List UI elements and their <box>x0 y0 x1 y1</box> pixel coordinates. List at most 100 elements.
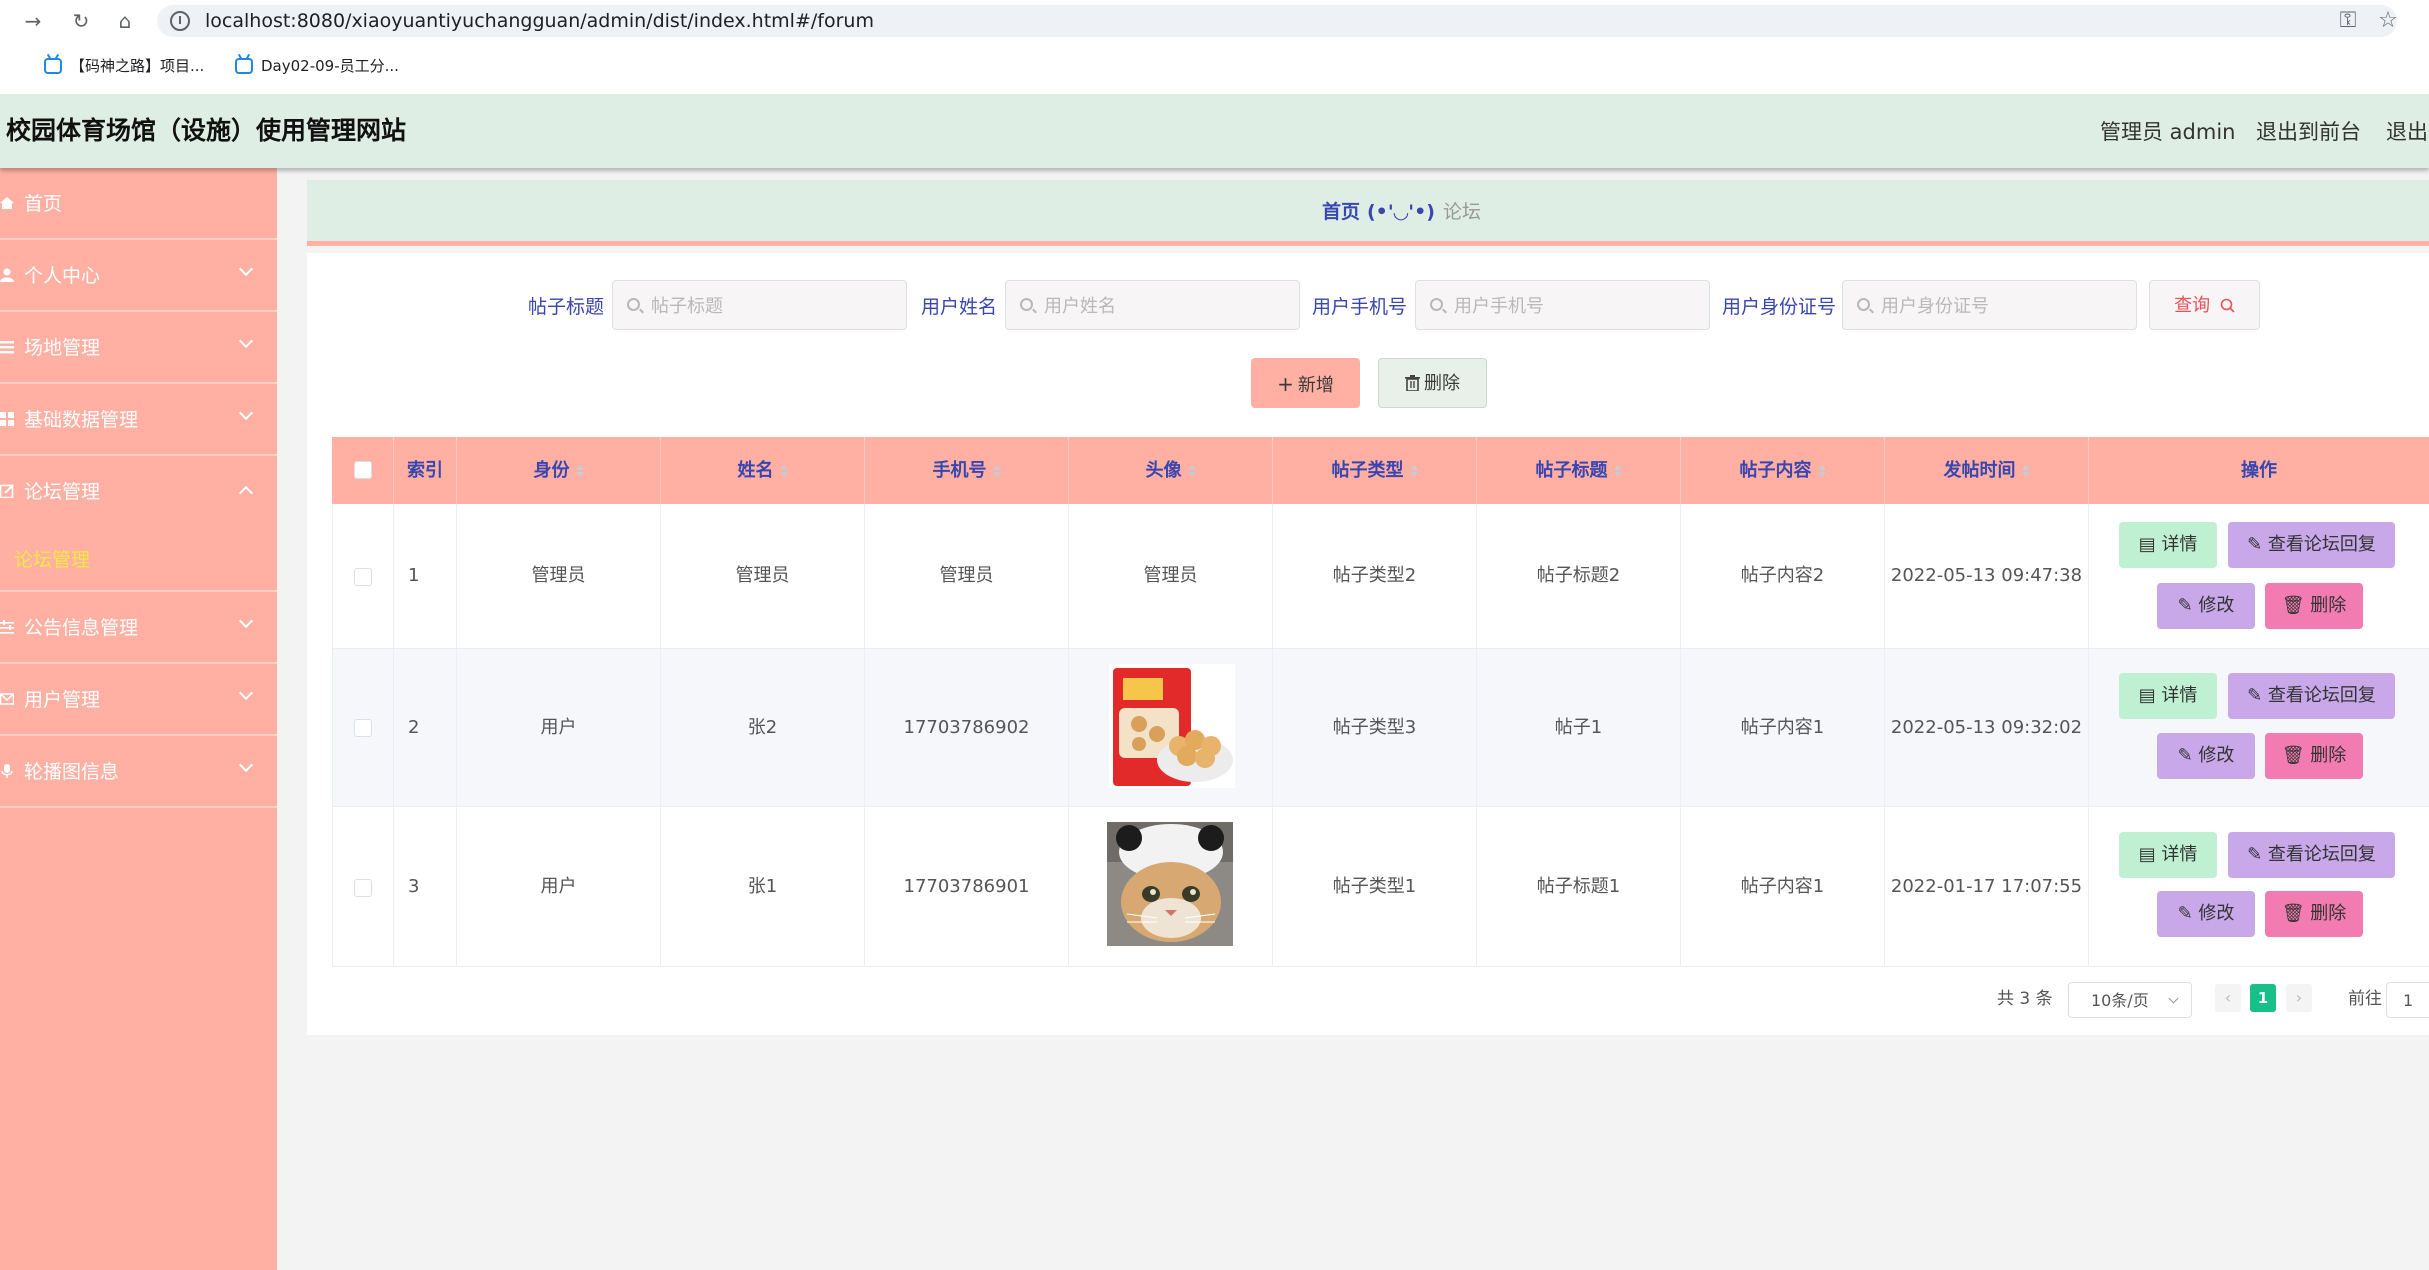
view-replies-button[interactable]: ✎ 查看论坛回复 <box>2228 673 2395 719</box>
search-input-phone[interactable] <box>1415 280 1710 330</box>
key-icon[interactable]: ⚿ <box>2336 9 2360 33</box>
exit-to-front-link[interactable]: 退出到前台 <box>2256 118 2361 146</box>
admin-user: 管理员 admin <box>2100 120 2236 144</box>
header-post-title[interactable]: 帖子标题 <box>1477 437 1681 504</box>
trash-icon: 🗑︎ <box>2281 903 2311 924</box>
sort-icon[interactable] <box>1409 465 1418 477</box>
page-size-select[interactable]: 10条/页 <box>2068 982 2192 1018</box>
header-phone[interactable]: 手机号 <box>865 437 1069 504</box>
search-label-title: 帖子标题 <box>528 296 605 318</box>
header-post-content[interactable]: 帖子内容 <box>1681 437 1885 504</box>
detail-button[interactable]: ▤ 详情 <box>2119 673 2217 719</box>
sidebar-item-notice[interactable]: 公告信息管理 <box>0 592 277 664</box>
delete-button[interactable]: 🗑︎ 删除 <box>2265 583 2363 629</box>
user-idcard-input[interactable] <box>1881 293 2126 319</box>
detail-button[interactable]: ▤ 详情 <box>2119 522 2217 568</box>
detail-button[interactable]: ▤ 详情 <box>2119 832 2217 878</box>
search-input-idcard[interactable] <box>1842 280 2137 330</box>
search-input-username[interactable] <box>1005 280 1300 330</box>
bookmark-item[interactable]: 【码神之路】项目... <box>44 56 204 76</box>
row-checkbox[interactable] <box>354 568 372 586</box>
header-role[interactable]: 身份 <box>457 437 661 504</box>
batch-delete-button[interactable]: 删除 <box>1378 358 1487 408</box>
document-icon: ▤ <box>2138 844 2162 865</box>
row-checkbox[interactable] <box>354 719 372 737</box>
header-name[interactable]: 姓名 <box>661 437 865 504</box>
sidebar-item-forum[interactable]: 论坛管理 <box>0 456 277 528</box>
sort-icon[interactable] <box>1613 465 1622 477</box>
sort-icon[interactable] <box>1187 465 1196 477</box>
page-number-current[interactable]: 1 <box>2250 984 2276 1012</box>
edit-button[interactable]: ✎ 修改 <box>2157 891 2255 937</box>
next-page-button[interactable]: › <box>2286 984 2312 1012</box>
search-label-username: 用户姓名 <box>921 296 998 318</box>
edit-icon <box>0 484 14 498</box>
microphone-icon <box>1 764 13 778</box>
chevron-down-icon <box>2168 993 2179 1004</box>
cell-avatar: 管理员 <box>1143 565 1198 586</box>
breadcrumb-home[interactable]: 首页 <box>1322 200 1360 224</box>
sort-icon[interactable] <box>575 465 584 477</box>
post-title-input[interactable] <box>651 293 896 319</box>
edit-button[interactable]: ✎ 修改 <box>2157 733 2255 779</box>
site-info-icon[interactable] <box>170 11 190 31</box>
view-replies-button[interactable]: ✎ 查看论坛回复 <box>2228 832 2395 878</box>
grid-icon <box>0 412 14 426</box>
sort-icon[interactable] <box>779 465 788 477</box>
cell-operations: ▤ 详情 ✎ 查看论坛回复 ✎ 修改 🗑︎ 删除 <box>2089 504 2429 648</box>
sidebar-item-home[interactable]: 首页 <box>0 168 277 240</box>
breadcrumb: 首页 (•'◡'•) 论坛 <box>307 180 2429 246</box>
sort-icon[interactable] <box>992 465 1001 477</box>
edit-button[interactable]: ✎ 修改 <box>2157 583 2255 629</box>
cell-index: 3 <box>408 876 420 897</box>
cell-post-type: 帖子类型1 <box>1332 876 1417 897</box>
sidebar-item-basic-data[interactable]: 基础数据管理 <box>0 384 277 456</box>
delete-button[interactable]: 🗑︎ 删除 <box>2265 733 2363 779</box>
edit-icon: ✎ <box>2247 685 2268 706</box>
bilibili-icon <box>44 58 62 74</box>
goto-page-input[interactable] <box>2403 990 2427 1010</box>
table-row: 3 用户 张1 17703786901 帖子类型1 帖子标题1 帖子内容1 20… <box>332 807 2429 967</box>
bookmark-star-icon[interactable]: ☆ <box>2376 9 2400 33</box>
header-avatar[interactable]: 头像 <box>1069 437 1273 504</box>
goto-page-field[interactable] <box>2386 982 2429 1018</box>
cell-post-title: 帖子标题2 <box>1536 565 1621 586</box>
user-phone-input[interactable] <box>1454 293 1699 319</box>
chevron-down-icon <box>238 757 254 773</box>
goto-label: 前往 <box>2348 989 2382 1009</box>
sidebar-item-carousel[interactable]: 轮播图信息 <box>0 736 277 808</box>
cell-post-time: 2022-05-13 09:47:38 <box>1890 565 2083 586</box>
sort-icon[interactable] <box>2021 465 2030 477</box>
avatar-cat-image <box>1107 822 1233 946</box>
sidebar-item-profile[interactable]: 个人中心 <box>0 240 277 312</box>
prev-page-button[interactable]: ‹ <box>2215 984 2241 1012</box>
cell-name: 管理员 <box>735 565 790 586</box>
sidebar-subitem-forum[interactable]: 论坛管理 <box>0 528 277 592</box>
user-name-input[interactable] <box>1044 293 1289 319</box>
url-text[interactable]: localhost:8080/xiaoyuantiyuchangguan/adm… <box>205 9 874 33</box>
header-post-type[interactable]: 帖子类型 <box>1273 437 1477 504</box>
query-button[interactable]: 查询 <box>2149 280 2260 330</box>
select-all-checkbox[interactable] <box>354 461 372 479</box>
mail-icon <box>0 693 14 705</box>
logout-link[interactable]: 退出登录 <box>2386 118 2429 146</box>
forward-icon[interactable]: → <box>20 8 46 34</box>
add-button[interactable]: + 新增 <box>1251 358 1360 408</box>
view-replies-button[interactable]: ✎ 查看论坛回复 <box>2228 522 2395 568</box>
reload-icon[interactable]: ↻ <box>68 8 94 34</box>
sort-icon[interactable] <box>1817 465 1826 477</box>
edit-icon: ✎ <box>2177 595 2199 616</box>
sidebar-item-venue[interactable]: 场地管理 <box>0 312 277 384</box>
cell-post-content: 帖子内容2 <box>1740 565 1825 586</box>
plus-icon: + <box>1277 372 1294 396</box>
trash-icon: 🗑︎ <box>2281 595 2311 616</box>
header-post-time[interactable]: 发帖时间 <box>1885 437 2089 504</box>
cell-operations: ▤ 详情 ✎ 查看论坛回复 ✎ 修改 🗑︎ 删除 <box>2089 807 2429 966</box>
home-icon[interactable]: ⌂ <box>112 8 138 34</box>
search-input-title[interactable] <box>612 280 907 330</box>
row-checkbox[interactable] <box>354 879 372 897</box>
bookmark-item[interactable]: Day02-09-员工分... <box>235 56 399 76</box>
sidebar: 首页 个人中心 场地管理 基础数据管理 论坛管理 论坛管理 公告信息管理 用户管… <box>0 168 277 1270</box>
delete-button[interactable]: 🗑︎ 删除 <box>2265 891 2363 937</box>
sidebar-item-users[interactable]: 用户管理 <box>0 664 277 736</box>
